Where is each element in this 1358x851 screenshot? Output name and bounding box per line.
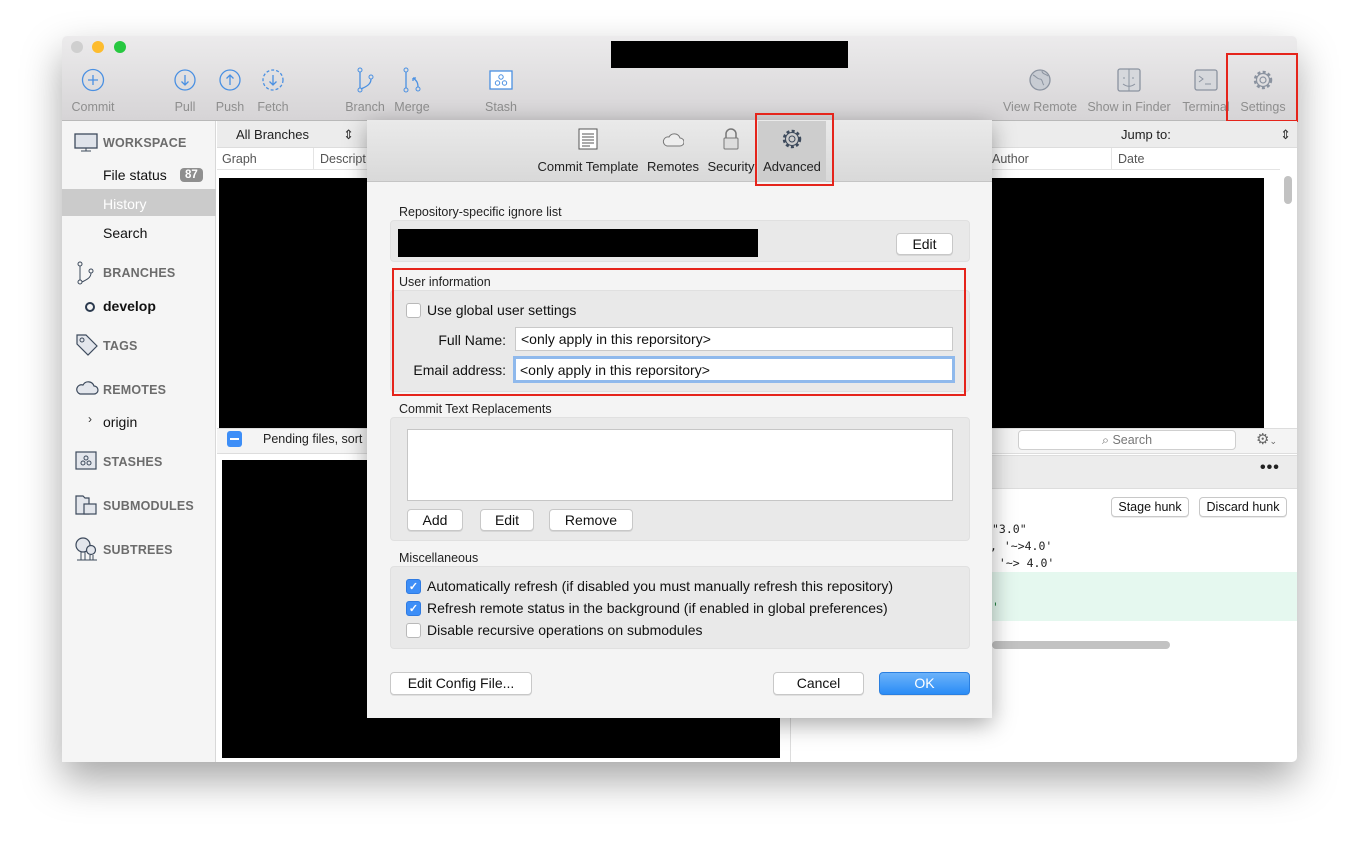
lock-icon	[723, 128, 739, 150]
auto-refresh-label: Automatically refresh (if disabled you m…	[427, 578, 894, 594]
jump-to-select[interactable]: Jump to: ⇕	[1121, 127, 1291, 142]
stage-hunk-button[interactable]: Stage hunk	[1111, 497, 1189, 517]
branch-filter-value: All Branches	[236, 127, 309, 142]
section-stashes: STASHES	[103, 455, 163, 469]
settings-highlight	[1226, 53, 1298, 122]
chevron-right-icon[interactable]: ›	[88, 412, 92, 426]
disable-recursive-label: Disable recursive operations on submodul…	[427, 622, 703, 638]
updown-chevron-icon: ⇕	[343, 127, 354, 142]
column-graph[interactable]: Graph	[222, 152, 257, 166]
column-description[interactable]: Descript	[313, 148, 372, 170]
branch-filter-select[interactable]: All Branches ⇕	[236, 127, 354, 142]
more-options-icon[interactable]: •••	[1260, 459, 1280, 477]
subtrees-icon	[75, 537, 97, 561]
stash-icon	[75, 451, 97, 470]
tab-security[interactable]: Security	[705, 128, 757, 174]
diff-line: '~> 4.0'	[992, 556, 1055, 570]
search-icon: ⌕	[1101, 433, 1113, 447]
cloud-icon	[662, 133, 685, 147]
finder-icon	[1117, 68, 1141, 92]
fetch-button[interactable]: Fetch	[228, 66, 318, 114]
ok-button[interactable]: OK	[879, 672, 970, 695]
misc-title: Miscellaneous	[399, 551, 479, 565]
refresh-remote-label: Refresh remote status in the background …	[427, 600, 888, 616]
tab-label: Security	[707, 159, 755, 174]
sidebar-item-develop[interactable]: develop	[103, 298, 156, 314]
section-tags: TAGS	[103, 339, 138, 353]
horizontal-scrollbar[interactable]	[992, 641, 1170, 649]
edit-replacement-button[interactable]: Edit	[480, 509, 534, 531]
stash-icon	[489, 70, 513, 90]
section-branches: BRANCHES	[103, 266, 176, 280]
commit-button[interactable]: Commit	[48, 66, 138, 114]
vertical-scrollbar[interactable]	[1284, 176, 1292, 204]
edit-config-button[interactable]: Edit Config File...	[390, 672, 532, 695]
stash-button[interactable]: Stash	[456, 66, 546, 114]
jump-to-label: Jump to:	[1121, 127, 1171, 142]
sidebar-item-origin[interactable]: origin	[103, 414, 137, 430]
diff-line: , '~>4.0'	[990, 539, 1053, 553]
add-replacement-button[interactable]: Add	[407, 509, 463, 531]
pending-toggle-checkbox[interactable]	[227, 431, 242, 447]
document-icon	[578, 128, 598, 150]
dashed-arrow-down-circle-icon	[262, 69, 284, 91]
auto-refresh-checkbox[interactable]: ✓	[406, 579, 421, 594]
ignore-edit-button[interactable]: Edit	[896, 233, 953, 255]
remove-replacement-button[interactable]: Remove	[549, 509, 633, 531]
ignore-list-title: Repository-specific ignore list	[399, 205, 562, 219]
diff-added-lines	[992, 572, 1297, 621]
plus-circle-icon	[81, 68, 105, 92]
pending-files-label: Pending files, sort	[263, 432, 363, 446]
tab-remotes[interactable]: Remotes	[645, 128, 701, 174]
minimize-button[interactable]	[92, 41, 104, 53]
merge-icon	[403, 67, 421, 93]
file-status-badge: 87	[180, 168, 203, 182]
column-author[interactable]: Author	[992, 152, 1029, 166]
terminal-icon	[1194, 69, 1218, 91]
diff-line: "3.0"	[992, 522, 1027, 536]
view-remote-button[interactable]: View Remote	[995, 66, 1085, 114]
cancel-button[interactable]: Cancel	[773, 672, 864, 695]
replacements-title: Commit Text Replacements	[399, 402, 552, 416]
section-workspace: WORKSPACE	[103, 136, 187, 150]
redacted-ignore-path	[398, 229, 758, 257]
refresh-remote-checkbox[interactable]: ✓	[406, 601, 421, 616]
search-input[interactable]: ⌕ Search	[1018, 430, 1236, 450]
globe-icon	[1029, 69, 1051, 91]
redacted-title	[611, 41, 848, 68]
advanced-tab-highlight	[755, 113, 834, 186]
sidebar-item-file-status[interactable]: File status	[103, 167, 167, 183]
replacements-list[interactable]	[407, 429, 953, 501]
user-info-highlight	[392, 268, 966, 396]
current-branch-icon	[85, 302, 95, 312]
sidebar	[62, 121, 216, 762]
disable-recursive-checkbox[interactable]	[406, 623, 421, 638]
search-placeholder: Search	[1112, 433, 1153, 447]
close-button[interactable]	[71, 41, 83, 53]
diff-line: '	[992, 600, 999, 614]
sidebar-item-search[interactable]: Search	[103, 225, 147, 241]
column-date[interactable]: Date	[1111, 148, 1150, 170]
updown-chevron-icon: ⇕	[1280, 127, 1291, 142]
section-submodules: SUBMODULES	[103, 499, 194, 513]
gear-menu-icon[interactable]: ⚙⌄	[1256, 430, 1277, 448]
diff-file-header	[992, 455, 1297, 489]
monitor-icon	[74, 133, 98, 152]
branch-icon	[77, 261, 94, 285]
tag-icon	[76, 334, 98, 356]
discard-hunk-button[interactable]: Discard hunk	[1199, 497, 1287, 517]
tab-label: Commit Template	[537, 159, 639, 174]
tab-commit-template[interactable]: Commit Template	[535, 128, 641, 174]
submodules-icon	[75, 495, 97, 515]
tab-label: Remotes	[646, 159, 700, 174]
sidebar-item-history-label: History	[103, 196, 147, 212]
section-remotes: REMOTES	[103, 383, 167, 397]
zoom-button[interactable]	[114, 41, 126, 53]
merge-button[interactable]: Merge	[367, 66, 457, 114]
cloud-icon	[76, 381, 99, 395]
section-subtrees: SUBTREES	[103, 543, 173, 557]
